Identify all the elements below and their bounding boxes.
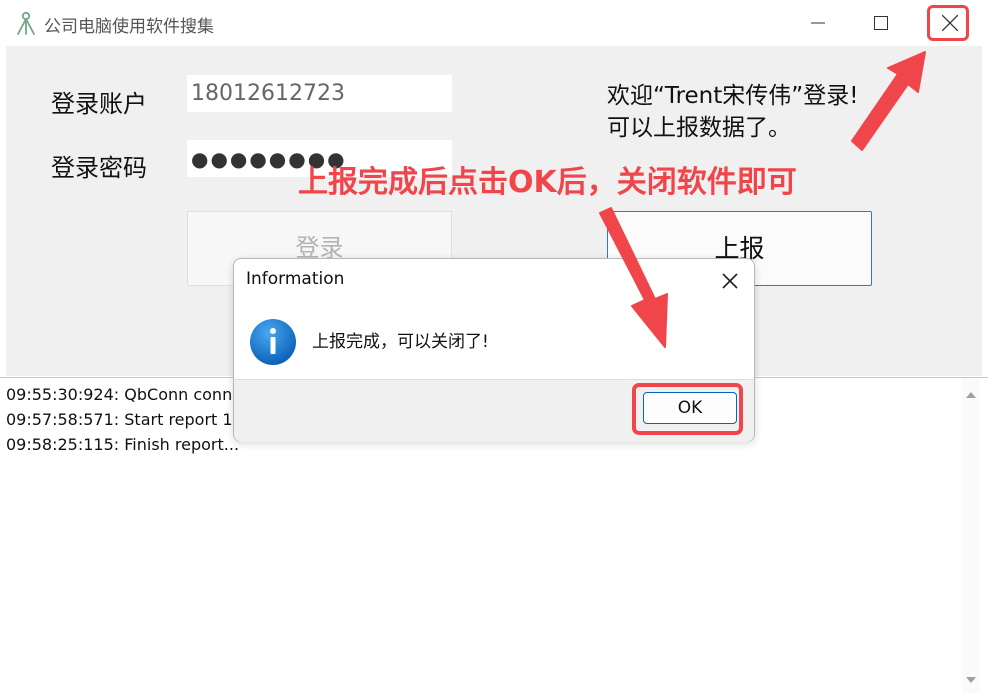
maximize-icon (874, 16, 888, 30)
minimize-button[interactable] (790, 0, 846, 46)
welcome-message: 欢迎“Trent宋传伟”登录! 可以上报数据了。 (607, 80, 858, 144)
dialog-close-icon[interactable] (718, 269, 742, 293)
window-title: 公司电脑使用软件搜集 (44, 17, 214, 37)
log-scrollbar[interactable] (962, 378, 980, 693)
dialog-title: Information (246, 269, 345, 289)
minimize-icon (811, 22, 825, 24)
scroll-down-icon[interactable] (962, 671, 980, 689)
welcome-line-1: 欢迎“Trent宋传伟”登录! (607, 83, 859, 109)
instruction-annotation: 上报完成后点击OK后，关闭软件即可 (298, 165, 797, 200)
close-highlight-box (927, 5, 969, 41)
dialog-message: 上报完成，可以关闭了! (312, 332, 489, 352)
ok-highlight-box (632, 383, 743, 435)
welcome-line-2: 可以上报数据了。 (607, 115, 791, 141)
log-line: 09:55:30:924: QbConn conne (6, 385, 243, 404)
title-bar: 公司电脑使用软件搜集 (0, 0, 988, 46)
log-line: 09:57:58:571: Start report 16E (6, 410, 253, 429)
account-input[interactable] (187, 75, 452, 112)
log-line: 09:58:25:115: Finish report... (6, 435, 240, 454)
app-tripod-icon (17, 11, 35, 35)
scroll-up-icon[interactable] (962, 386, 980, 404)
account-label: 登录账户 (51, 90, 147, 118)
password-label: 登录密码 (51, 154, 147, 182)
maximize-button[interactable] (853, 0, 909, 46)
info-icon (250, 319, 296, 365)
